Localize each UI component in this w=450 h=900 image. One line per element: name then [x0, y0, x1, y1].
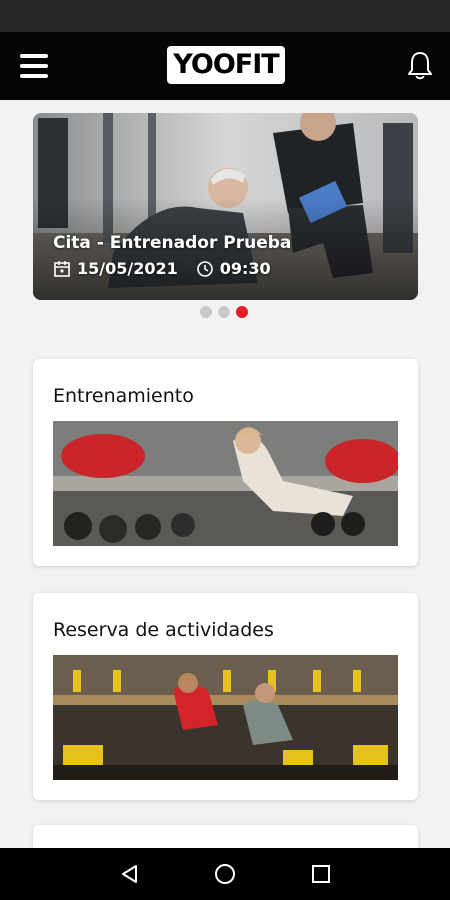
carousel-dot-1[interactable] — [200, 306, 212, 318]
appointment-time: 09:30 — [219, 259, 271, 278]
card-title-activities: Reserva de actividades — [53, 619, 274, 641]
logo-text: YOOFIT — [173, 49, 279, 80]
activities-booking-card[interactable]: Reserva de actividades — [33, 593, 418, 800]
carousel-dot-3[interactable] — [236, 306, 248, 318]
home-circle-icon[interactable] — [213, 862, 237, 886]
app-header: YOOFIT — [0, 32, 450, 100]
hamburger-menu-icon[interactable] — [20, 54, 50, 78]
card-title-training: Entrenamiento — [53, 385, 194, 407]
carousel-dot-2[interactable] — [218, 306, 230, 318]
calendar-icon — [54, 260, 70, 277]
appointment-title: Cita - Entrenador Prueba — [53, 233, 292, 253]
recents-square-icon[interactable] — [309, 862, 333, 886]
bell-icon[interactable] — [406, 50, 434, 82]
appointment-meta: 15/05/2021 09:30 — [53, 259, 271, 278]
training-photo — [53, 421, 398, 546]
android-nav-bar — [0, 848, 450, 900]
appointment-banner[interactable]: Cita - Entrenador Prueba 15/05/2021 09:3… — [33, 113, 418, 300]
carousel-indicators — [200, 306, 254, 318]
back-triangle-icon[interactable] — [118, 862, 142, 886]
spinning-class-photo — [53, 655, 398, 780]
training-card[interactable]: Entrenamiento — [33, 359, 418, 566]
appointment-date: 15/05/2021 — [77, 259, 178, 278]
clock-icon — [196, 260, 213, 277]
yoofit-logo[interactable]: YOOFIT — [167, 46, 285, 84]
status-bar — [0, 0, 450, 32]
